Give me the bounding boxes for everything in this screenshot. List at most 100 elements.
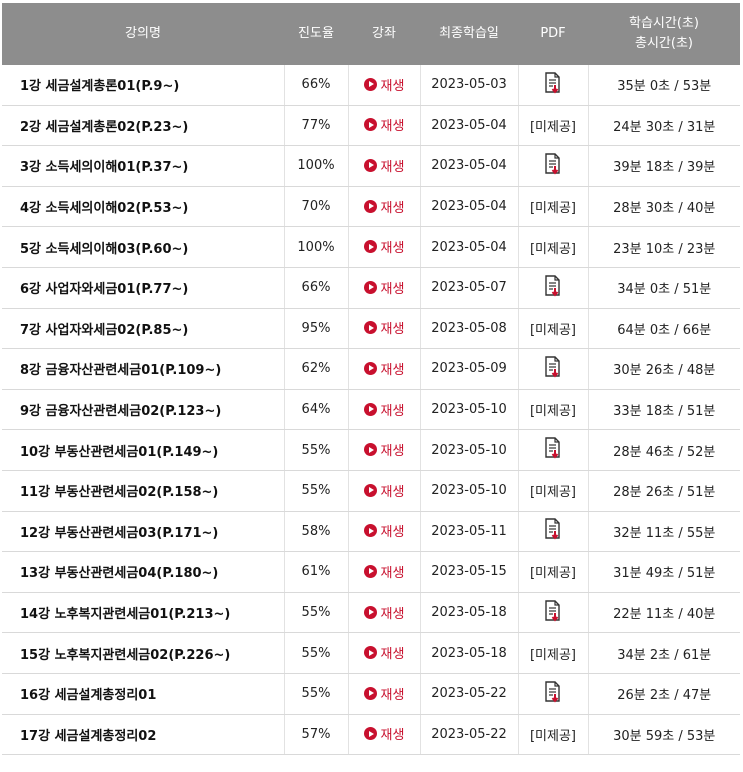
play-cell: 재생 [348,145,421,187]
pdf-download-icon[interactable] [544,437,562,463]
study-time: 39분 18초 / 39분 [588,145,740,187]
play-button[interactable]: 재생 [363,156,405,175]
header-lecture: 강좌 [348,3,420,65]
table-row: 12강 부동산관련세금03(P.171~) 58% 재생 2023-05-11 … [2,511,740,553]
header-study-time-line1: 학습시간(초) [629,16,699,31]
play-label: 재생 [380,403,405,419]
pdf-not-provided: [미제공] [529,647,577,663]
pdf-cell: [미제공] [518,389,589,431]
progress-rate: 70% [284,186,349,228]
lecture-table-container: 강의명 진도율 강좌 최종학습일 PDF 학습시간(초) 총시간(초) 1강 세… [2,3,740,764]
last-study-date: 2023-05-04 [420,145,519,187]
pdf-cell [518,145,589,187]
pdf-download-icon[interactable] [544,275,562,301]
last-study-date: 2023-05-08 [420,308,519,350]
play-button[interactable]: 재생 [363,197,404,216]
pdf-not-provided: [미제공] [529,485,577,501]
pdf-cell: [미제공] [518,632,589,674]
last-study-date: 2023-05-11 [420,511,519,553]
progress-rate: 57% [284,714,349,756]
play-button[interactable]: 재생 [363,75,405,94]
play-label: 재생 [380,444,405,460]
last-study-date: 2023-05-07 [420,267,519,309]
progress-rate: 66% [284,65,349,106]
pdf-download-icon[interactable] [544,356,562,382]
play-button[interactable]: 재생 [363,359,404,378]
play-cell: 재생 [348,267,421,309]
lecture-title: 16강 세금설계총정리01 [2,673,285,715]
table-row: 6강 사업자와세금01(P.77~) 66% 재생 2023-05-07 34분… [2,267,740,309]
progress-rate: 55% [284,470,349,512]
play-cell: 재생 [348,308,421,350]
play-button[interactable]: 재생 [363,521,404,540]
progress-rate: 100% [284,226,349,268]
lecture-title: 3강 소득세의이해01(P.37~) [2,145,285,187]
last-study-date: 2023-05-22 [420,673,519,715]
study-time: 30분 26초 / 48분 [588,348,740,390]
progress-rate: 77% [284,105,349,147]
progress-rate: 66% [284,267,349,309]
last-study-date: 2023-05-04 [420,105,519,147]
study-time: 24분 30초 / 31분 [588,105,740,147]
play-icon [363,118,377,132]
progress-rate: 55% [284,429,349,471]
play-label: 재생 [380,159,405,175]
pdf-cell: [미제공] [518,226,589,268]
play-button[interactable]: 재생 [363,237,405,257]
lecture-title: 17강 세금설계총정리02 [2,714,285,756]
play-button[interactable]: 재생 [363,603,404,622]
play-cell: 재생 [348,632,421,674]
study-time: 34분 2초 / 61분 [588,632,740,674]
table-row: 16강 세금설계총정리01 55% 재생 2023-05-22 26분 2초 /… [2,673,740,715]
progress-rate: 64% [284,389,349,431]
table-row: 2강 세금설계총론02(P.23~) 77% 재생 2023-05-04 [미제… [2,105,740,147]
lecture-title: 13강 부동산관련세금04(P.180~) [2,551,285,593]
play-button[interactable]: 재생 [363,481,404,500]
lecture-title: 11강 부동산관련세금02(P.158~) [2,470,285,512]
last-study-date: 2023-05-10 [420,470,519,512]
pdf-download-icon[interactable] [544,599,562,626]
study-time: 28분 26초 / 51분 [588,470,740,512]
lecture-title: 6강 사업자와세금01(P.77~) [2,267,285,309]
play-cell: 재생 [348,389,421,431]
pdf-not-provided: [미제공] [529,119,577,135]
last-study-date: 2023-05-15 [420,551,519,593]
pdf-download-icon[interactable] [544,518,562,544]
pdf-cell: [미제공] [518,186,589,228]
table-header-row: 강의명 진도율 강좌 최종학습일 PDF 학습시간(초) 총시간(초) [2,3,740,65]
lecture-title: 9강 금융자산관련세금02(P.123~) [2,389,285,431]
table-row: 15강 노후복지관련세금02(P.226~) 55% 재생 2023-05-18… [2,632,740,674]
study-time: 33분 18초 / 51분 [588,389,740,431]
play-button[interactable]: 재생 [363,278,404,297]
pdf-cell [518,511,589,553]
pdf-cell: [미제공] [518,105,589,147]
lecture-title: 12강 부동산관련세금03(P.171~) [2,511,285,553]
play-button[interactable]: 재생 [363,440,405,460]
study-time: 34분 0초 / 51분 [588,267,740,309]
table-row: 13강 부동산관련세금04(P.180~) 61% 재생 2023-05-15 … [2,551,740,593]
header-title: 강의명 [2,3,284,65]
play-icon [363,686,377,700]
pdf-download-icon[interactable] [544,153,562,179]
pdf-cell [518,429,589,471]
play-icon [363,402,377,416]
play-button[interactable]: 재생 [363,643,404,662]
play-button[interactable]: 재생 [363,318,404,337]
play-button[interactable]: 재생 [363,724,405,744]
play-button[interactable]: 재생 [363,400,405,419]
pdf-download-icon[interactable] [544,681,562,707]
play-button[interactable]: 재생 [363,115,405,135]
header-study-time: 학습시간(초) 총시간(초) [588,3,740,65]
pdf-cell: [미제공] [518,551,589,593]
play-label: 재생 [380,241,405,257]
play-button[interactable]: 재생 [363,562,404,581]
play-icon [363,727,377,741]
play-label: 재생 [380,728,405,744]
play-button[interactable]: 재생 [363,684,404,703]
pdf-cell [518,348,589,390]
table-row: 11강 부동산관련세금02(P.158~) 55% 재생 2023-05-10 … [2,470,740,512]
pdf-download-icon[interactable] [544,72,562,98]
play-label: 재생 [380,119,405,135]
last-study-date: 2023-05-18 [420,592,519,634]
play-label: 재생 [380,78,405,94]
